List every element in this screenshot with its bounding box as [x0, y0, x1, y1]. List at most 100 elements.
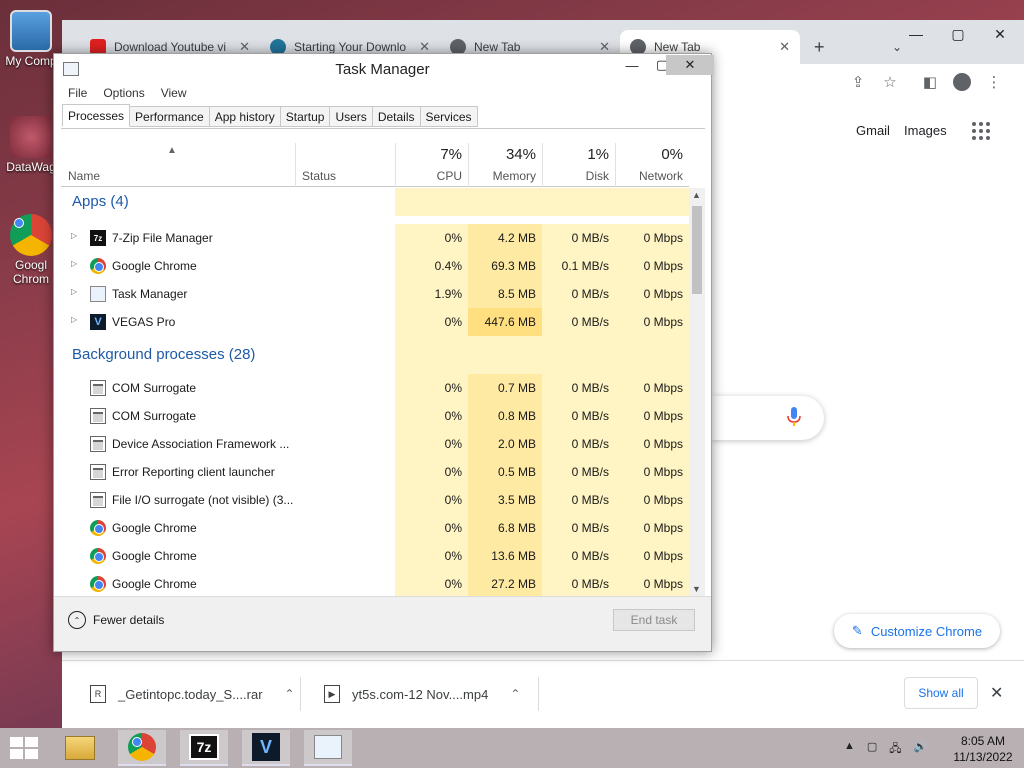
- share-icon[interactable]: ⇪: [846, 70, 870, 94]
- show-all-button[interactable]: Show all: [904, 677, 978, 709]
- process-list: ▲ Name Status 7% CPU 34% Memory 1% Disk …: [61, 128, 705, 596]
- table-row[interactable]: 0% 0.8 MB 0 MB/s 0 Mbps COM Surrogate: [61, 402, 689, 430]
- tab-services[interactable]: Services: [420, 106, 478, 127]
- bookmark-star-icon[interactable]: ☆: [878, 70, 902, 94]
- table-row[interactable]: 0% 0.7 MB 0 MB/s 0 Mbps COM Surrogate: [61, 374, 689, 402]
- network-cell: 0 Mbps: [615, 252, 689, 280]
- expand-chevron-icon[interactable]: ▷: [71, 231, 77, 240]
- new-tab-button[interactable]: +: [804, 30, 835, 64]
- close-icon[interactable]: ✕: [666, 55, 714, 75]
- microphone-icon[interactable]: [786, 406, 802, 428]
- process-name: Google Chrome: [112, 549, 197, 563]
- google-search-box[interactable]: [712, 396, 824, 440]
- volume-icon[interactable]: 🔊: [914, 740, 928, 759]
- memory-cell: 3.5 MB: [468, 486, 542, 514]
- network-icon[interactable]: 🖧: [889, 740, 901, 759]
- disk-cell: 0.1 MB/s: [542, 252, 615, 280]
- side-panel-icon[interactable]: ◧: [918, 70, 942, 94]
- column-cpu[interactable]: 7% CPU: [395, 143, 468, 187]
- table-row[interactable]: 0% 2.0 MB 0 MB/s 0 Mbps Device Associati…: [61, 430, 689, 458]
- network-total: 0%: [661, 146, 683, 163]
- pencil-icon: ✎: [851, 623, 863, 638]
- menu-file[interactable]: File: [68, 86, 87, 100]
- network-cell: 0 Mbps: [615, 280, 689, 308]
- scroll-up-icon[interactable]: ▲: [692, 190, 701, 200]
- task-manager-taskbar-icon[interactable]: [304, 730, 352, 766]
- network-cell: 0 Mbps: [615, 374, 689, 402]
- network-cell: 0 Mbps: [615, 224, 689, 252]
- close-downloads-icon[interactable]: ✕: [990, 683, 1003, 703]
- column-network[interactable]: 0% Network: [615, 143, 689, 187]
- tab-title: New Tab: [474, 40, 521, 54]
- expand-chevron-icon[interactable]: ▷: [71, 287, 77, 296]
- download-item-rar[interactable]: R _Getintopc.today_S....rar ⌃: [90, 673, 295, 715]
- system-tray: ▲ ▢ 🖧 🔊: [844, 740, 927, 759]
- table-row[interactable]: 0% 0.5 MB 0 MB/s 0 Mbps Error Reporting …: [61, 458, 689, 486]
- scrollbar-thumb[interactable]: [692, 206, 702, 294]
- column-memory[interactable]: 34% Memory: [468, 143, 542, 187]
- disk-cell: 0 MB/s: [542, 430, 615, 458]
- scroll-down-icon[interactable]: ▼: [692, 584, 701, 594]
- task-manager-footer: ⌃ Fewer details End task: [54, 596, 711, 651]
- show-hidden-icons-icon[interactable]: ▲: [844, 740, 855, 759]
- end-task-button[interactable]: End task: [613, 609, 695, 631]
- table-row[interactable]: 0.4% 69.3 MB 0.1 MB/s 0 Mbps ▷ Google Ch…: [61, 252, 689, 280]
- group-title: Background processes (28): [72, 346, 256, 363]
- column-name[interactable]: Name: [68, 169, 100, 183]
- notification-icon[interactable]: ▢: [867, 740, 877, 759]
- table-row[interactable]: 0% 3.5 MB 0 MB/s 0 Mbps File I/O surroga…: [61, 486, 689, 514]
- menu-kebab-icon[interactable]: ⋮: [982, 70, 1006, 94]
- table-row[interactable]: 0% 447.6 MB 0 MB/s 0 Mbps ▷ V VEGAS Pro: [61, 308, 689, 336]
- close-icon[interactable]: ✕: [779, 39, 790, 55]
- tab-performance[interactable]: Performance: [130, 106, 210, 127]
- cpu-cell: 0%: [395, 224, 468, 252]
- gmail-link[interactable]: Gmail: [856, 123, 890, 138]
- expand-chevron-icon[interactable]: ▷: [71, 315, 77, 324]
- column-header: ▲ Name Status 7% CPU 34% Memory 1% Disk …: [61, 143, 689, 187]
- vegas-taskbar-icon[interactable]: V: [242, 730, 290, 766]
- system-clock[interactable]: 8:05 AM 11/13/2022: [948, 733, 1018, 765]
- table-row[interactable]: 0% 13.6 MB 0 MB/s 0 Mbps Google Chrome: [61, 542, 689, 570]
- minimize-icon[interactable]: —: [896, 20, 936, 48]
- chrome-taskbar-icon[interactable]: [118, 730, 166, 766]
- task-manager-titlebar[interactable]: Task Manager — ▢ ✕: [54, 54, 714, 84]
- table-row[interactable]: 0% 6.8 MB 0 MB/s 0 Mbps Google Chrome: [61, 514, 689, 542]
- download-item-mp4[interactable]: ▶ yt5s.com-12 Nov....mp4 ⌃: [324, 673, 520, 715]
- network-cell: 0 Mbps: [615, 308, 689, 336]
- customize-chrome-button[interactable]: ✎ Customize Chrome: [834, 614, 1000, 648]
- vertical-scrollbar[interactable]: ▲ ▼: [689, 188, 705, 596]
- windows-start-icon[interactable]: [10, 737, 38, 759]
- chevron-up-icon[interactable]: ⌃: [510, 687, 520, 701]
- file-explorer-taskbar-icon[interactable]: [56, 730, 104, 766]
- chevron-up-icon[interactable]: ⌃: [285, 687, 295, 701]
- tab-processes[interactable]: Processes: [62, 104, 131, 127]
- desktop-icon-label: Googl Chrom: [12, 258, 49, 286]
- google-apps-icon[interactable]: [972, 122, 990, 140]
- tab-details[interactable]: Details: [372, 106, 421, 127]
- column-status-header[interactable]: Status: [295, 143, 395, 187]
- menu-view[interactable]: View: [161, 86, 187, 100]
- table-row[interactable]: 0% 27.2 MB 0 MB/s 0 Mbps Google Chrome: [61, 570, 689, 596]
- table-row[interactable]: 1.9% 8.5 MB 0 MB/s 0 Mbps ▷ Task Manager: [61, 280, 689, 308]
- tab-users[interactable]: Users: [330, 106, 373, 127]
- minimize-icon[interactable]: —: [617, 55, 647, 75]
- sort-ascending-icon: ▲: [167, 145, 177, 156]
- 7zip-taskbar-icon[interactable]: 7z: [180, 730, 228, 766]
- disk-cell: 0 MB/s: [542, 458, 615, 486]
- process-icon: [90, 436, 106, 452]
- maximize-icon[interactable]: ▢: [938, 20, 978, 48]
- tab-app-history[interactable]: App history: [209, 106, 281, 127]
- profile-icon[interactable]: [950, 70, 974, 94]
- memory-cell: 8.5 MB: [468, 280, 542, 308]
- memory-cell: 4.2 MB: [468, 224, 542, 252]
- expand-chevron-icon[interactable]: ▷: [71, 259, 77, 268]
- column-disk[interactable]: 1% Disk: [542, 143, 615, 187]
- menu-options[interactable]: Options: [103, 86, 144, 100]
- close-icon[interactable]: ✕: [980, 20, 1020, 48]
- memory-cell: 447.6 MB: [468, 308, 542, 336]
- table-row[interactable]: 0% 4.2 MB 0 MB/s 0 Mbps ▷ 7z 7-Zip File …: [61, 224, 689, 252]
- images-link[interactable]: Images: [904, 123, 947, 138]
- fewer-details-button[interactable]: ⌃ Fewer details: [68, 611, 164, 629]
- memory-cell: 0.8 MB: [468, 402, 542, 430]
- tab-startup[interactable]: Startup: [280, 106, 331, 127]
